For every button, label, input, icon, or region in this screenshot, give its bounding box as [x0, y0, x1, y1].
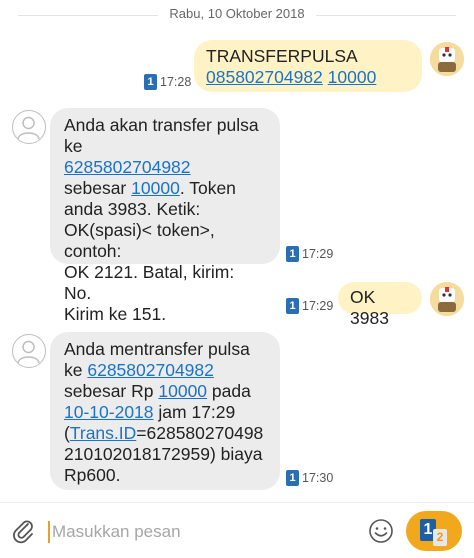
phone-number-link[interactable]: 6285802704982: [87, 360, 214, 380]
message-text-line: anda 3983. Ketik:: [64, 199, 201, 219]
incoming-message-bubble[interactable]: Anda mentransfer pulsa ke 6285802704982 …: [50, 332, 280, 490]
incoming-message-bubble[interactable]: Anda akan transfer pulsa ke 628580270498…: [50, 108, 280, 324]
message-text-line: 210102018172959) biaya: [64, 444, 263, 464]
sim-1-icon: 1: [286, 298, 299, 314]
message-text-line: OK(spasi)< token>, contoh:: [64, 220, 215, 261]
date-separator: Rabu, 10 Oktober 2018: [0, 0, 474, 30]
sim-1-icon: 1: [144, 74, 157, 90]
message-meta: 1 17:29: [286, 298, 333, 314]
message-text-line: Anda mentransfer pulsa: [64, 339, 250, 359]
amount-link[interactable]: 10000: [131, 178, 180, 198]
amount-link[interactable]: 10000: [328, 67, 377, 87]
message-time: 17:30: [302, 471, 334, 485]
text-cursor: [48, 521, 50, 543]
contact-avatar-icon[interactable]: [12, 110, 46, 144]
date-separator-text: Rabu, 10 Oktober 2018: [169, 6, 305, 21]
message-meta: 1 17:28: [144, 74, 191, 90]
smiley-icon[interactable]: [368, 518, 394, 544]
message-text-line: Rp600.: [64, 465, 121, 485]
self-avatar-icon[interactable]: [430, 42, 464, 76]
message-time: 17:28: [160, 75, 192, 89]
message-meta: 1 17:30: [286, 470, 333, 486]
send-button[interactable]: 1 2: [406, 511, 462, 551]
trans-id-link[interactable]: Trans.ID: [70, 423, 136, 443]
contact-avatar-icon[interactable]: [12, 334, 46, 368]
sim-2-icon: 2: [433, 529, 447, 546]
message-text-line: Anda akan transfer pulsa ke: [64, 115, 259, 156]
message-composer: 1 2: [0, 502, 474, 558]
date-link[interactable]: 10-10-2018: [64, 402, 154, 422]
amount-link[interactable]: 10000: [158, 381, 207, 401]
message-text-line: TRANSFERPULSA: [206, 46, 358, 66]
phone-number-link[interactable]: 085802704982: [206, 67, 323, 87]
self-avatar-icon[interactable]: [430, 282, 464, 316]
phone-number-link[interactable]: 6285802704982: [64, 157, 191, 177]
message-input[interactable]: [52, 517, 352, 547]
separator-line-right: [316, 15, 456, 16]
message-time: 17:29: [302, 247, 334, 261]
message-text: OK 3983: [350, 287, 389, 328]
message-text-line: Kirim ke 151.: [64, 304, 167, 324]
message-time: 17:29: [302, 299, 334, 313]
message-meta: 1 17:29: [286, 246, 333, 262]
outgoing-message-bubble[interactable]: TRANSFERPULSA 085802704982 10000: [194, 40, 422, 92]
paperclip-icon[interactable]: [10, 517, 38, 545]
message-text-line: OK 2121. Batal, kirim: No.: [64, 262, 235, 303]
sim-1-icon: 1: [286, 246, 299, 262]
sim-1-icon: 1: [286, 470, 299, 486]
outgoing-message-bubble[interactable]: OK 3983: [338, 282, 422, 328]
